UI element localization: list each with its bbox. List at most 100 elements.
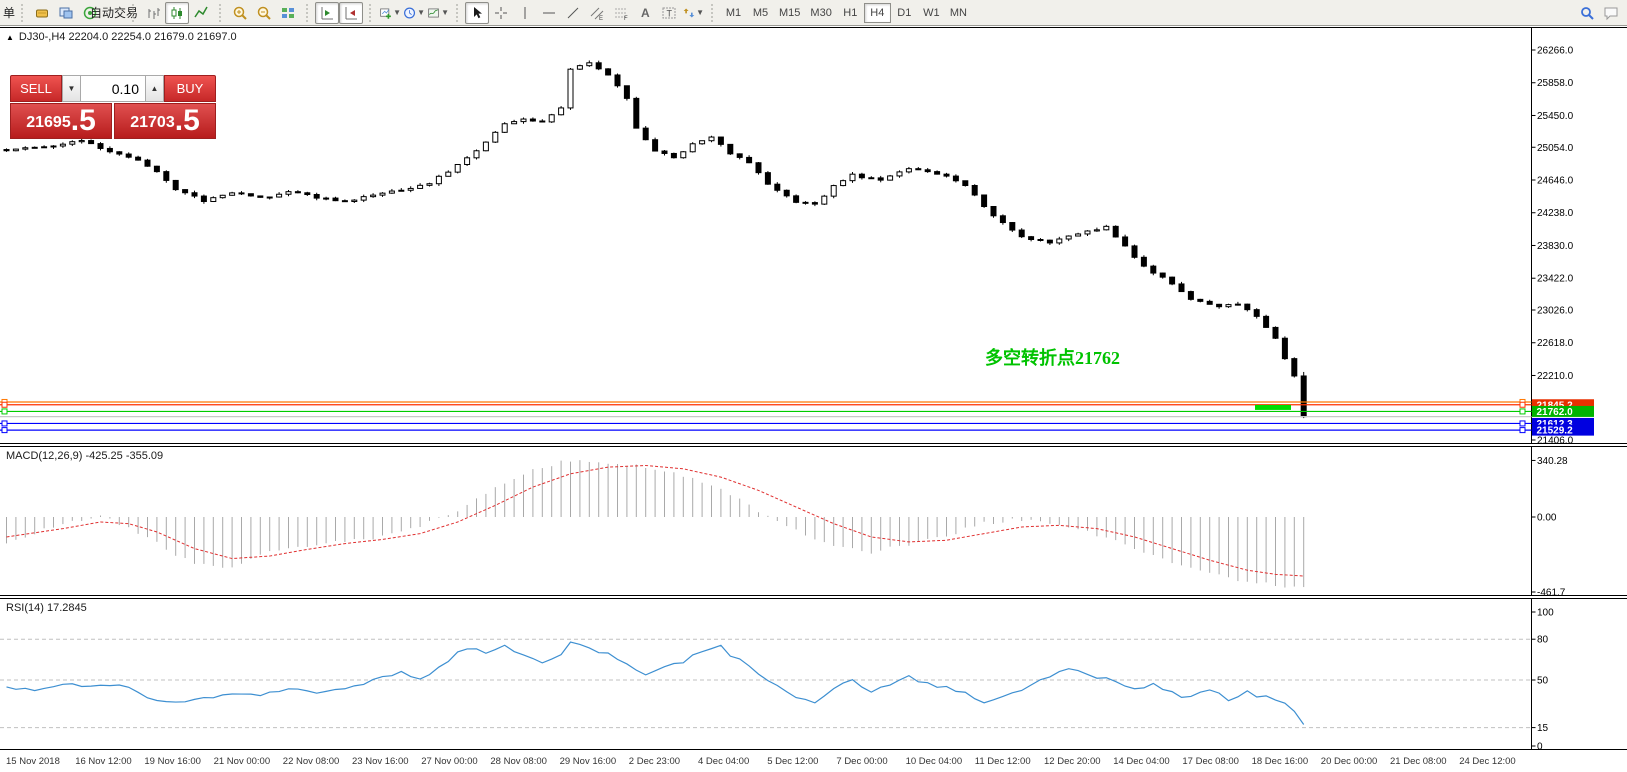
line-handle[interactable]	[1520, 428, 1525, 433]
candle-body	[906, 169, 911, 172]
candle-body	[850, 174, 855, 180]
timeframe-m15-button[interactable]: M15	[774, 3, 805, 23]
channel-button[interactable]: E	[585, 2, 609, 24]
volume-decrease-button[interactable]: ▼	[62, 75, 81, 102]
line-handle[interactable]	[2, 421, 7, 426]
candlestick-button[interactable]	[165, 2, 189, 24]
line-handle[interactable]	[2, 428, 7, 433]
buy-button[interactable]: BUY	[164, 75, 216, 102]
line-handle[interactable]	[2, 402, 7, 407]
candle-body	[653, 140, 658, 151]
line-handle[interactable]	[1520, 402, 1525, 407]
templates-button[interactable]: ▼	[426, 2, 450, 24]
chart-shift-button[interactable]	[339, 2, 363, 24]
time-axis-label: 16 Nov 12:00	[75, 756, 132, 767]
candle-body	[765, 173, 770, 185]
timeframe-m30-button[interactable]: M30	[805, 3, 836, 23]
chat-button[interactable]	[1599, 2, 1623, 24]
timeframe-mn-button[interactable]: MN	[945, 3, 972, 23]
candle-body	[1076, 234, 1081, 236]
candle-body	[1226, 305, 1231, 307]
candle-body	[371, 195, 376, 197]
dropdown-arrow-icon[interactable]: ▼	[417, 8, 425, 17]
main-chart-pane[interactable]: 26266.025858.025450.025054.024646.024238…	[0, 27, 1627, 444]
dropdown-arrow-icon[interactable]: ▼	[441, 8, 449, 17]
line-handle[interactable]	[2, 409, 7, 414]
new-chart-icon	[379, 5, 392, 21]
search-button[interactable]	[1575, 2, 1599, 24]
order-label[interactable]: 单	[0, 4, 18, 21]
timeframe-m5-button[interactable]: M5	[747, 3, 774, 23]
price-axis-label: 25858.0	[1537, 78, 1574, 89]
line-handle[interactable]	[1520, 409, 1525, 414]
text-button[interactable]: A	[633, 2, 657, 24]
candlestick-chart-canvas[interactable]: 26266.025858.025450.025054.024646.024238…	[0, 28, 1627, 443]
crosshair-icon	[493, 5, 509, 21]
time-axis-label: 12 Dec 20:00	[1044, 756, 1101, 767]
dropdown-arrow-icon[interactable]: ▼	[696, 8, 704, 17]
time-axis-label: 4 Dec 04:00	[698, 756, 749, 767]
sell-button[interactable]: SELL	[10, 75, 62, 102]
candle-body	[305, 193, 310, 195]
cursor-icon	[469, 5, 485, 21]
candle-body	[455, 164, 460, 172]
bar-chart-button[interactable]	[141, 2, 165, 24]
sell-price-display[interactable]: 21695.5	[10, 103, 112, 139]
horizontal-line-button[interactable]	[537, 2, 561, 24]
autotrade-button[interactable]: 自动交易	[102, 2, 126, 24]
volume-input[interactable]	[81, 75, 145, 102]
zoom-out-button[interactable]	[252, 2, 276, 24]
candle-body	[859, 174, 864, 178]
volume-increase-button[interactable]: ▲	[145, 75, 164, 102]
time-axis-label: 20 Dec 00:00	[1321, 756, 1378, 767]
candle-body	[89, 141, 94, 144]
periods-button[interactable]: ▼	[402, 2, 426, 24]
line-handle[interactable]	[1520, 421, 1525, 426]
macd-title: MACD(12,26,9) -425.25 -355.09	[6, 450, 163, 462]
time-axis-label: 23 Nov 16:00	[352, 756, 409, 767]
candle-body	[126, 154, 131, 157]
timeframe-w1-button[interactable]: W1	[918, 3, 945, 23]
tile-windows-button[interactable]	[276, 2, 300, 24]
candle-body	[1254, 310, 1259, 317]
new-chart-button[interactable]: ▼	[378, 2, 402, 24]
trend-turning-point-annotation[interactable]: 多空转折点21762	[985, 344, 1120, 370]
line-chart-button[interactable]	[189, 2, 213, 24]
candle-body	[60, 144, 65, 146]
candle-body	[32, 147, 37, 148]
time-axis-label: 2 Dec 23:00	[629, 756, 680, 767]
auto-scroll-button[interactable]	[315, 2, 339, 24]
window-icon[interactable]	[54, 2, 78, 24]
candle-body	[1151, 266, 1156, 273]
cursor-button[interactable]	[465, 2, 489, 24]
candle-body	[606, 69, 611, 75]
highlight-segment[interactable]	[1255, 405, 1291, 410]
timeframe-h1-button[interactable]: H1	[837, 3, 864, 23]
timeframe-d1-button[interactable]: D1	[891, 3, 918, 23]
trendline-button[interactable]	[561, 2, 585, 24]
buy-price-display[interactable]: 21703.5	[114, 103, 216, 139]
timeframe-m1-button[interactable]: M1	[720, 3, 747, 23]
time-axis[interactable]: 15 Nov 201816 Nov 12:0019 Nov 16:0021 No…	[0, 750, 1627, 772]
rsi-chart-canvas[interactable]: 1008050150	[0, 599, 1627, 749]
macd-axis-label: 0.00	[1537, 513, 1557, 524]
candle-body	[267, 197, 272, 198]
candle-body	[51, 146, 56, 147]
market-watch-icon[interactable]	[30, 2, 54, 24]
timeframe-h4-button[interactable]: H4	[864, 3, 891, 23]
macd-indicator-pane[interactable]: 340.280.00-461.7 MACD(12,26,9) -425.25 -…	[0, 446, 1627, 596]
collapse-triangle-icon[interactable]: ▲	[6, 33, 14, 42]
vertical-line-button[interactable]	[513, 2, 537, 24]
candle-body	[1217, 304, 1222, 306]
candle-body	[1057, 239, 1062, 243]
fibonacci-button[interactable]: F	[609, 2, 633, 24]
crosshair-button[interactable]	[489, 2, 513, 24]
candle-body	[1273, 327, 1278, 338]
macd-chart-canvas[interactable]: 340.280.00-461.7	[0, 447, 1627, 595]
rsi-indicator-pane[interactable]: 1008050150 RSI(14) 17.2845	[0, 598, 1627, 750]
zoom-in-button[interactable]	[228, 2, 252, 24]
arrows-button[interactable]: ▼	[681, 2, 705, 24]
label-button[interactable]: T	[657, 2, 681, 24]
candle-body	[314, 195, 319, 199]
dropdown-arrow-icon[interactable]: ▼	[393, 8, 401, 17]
